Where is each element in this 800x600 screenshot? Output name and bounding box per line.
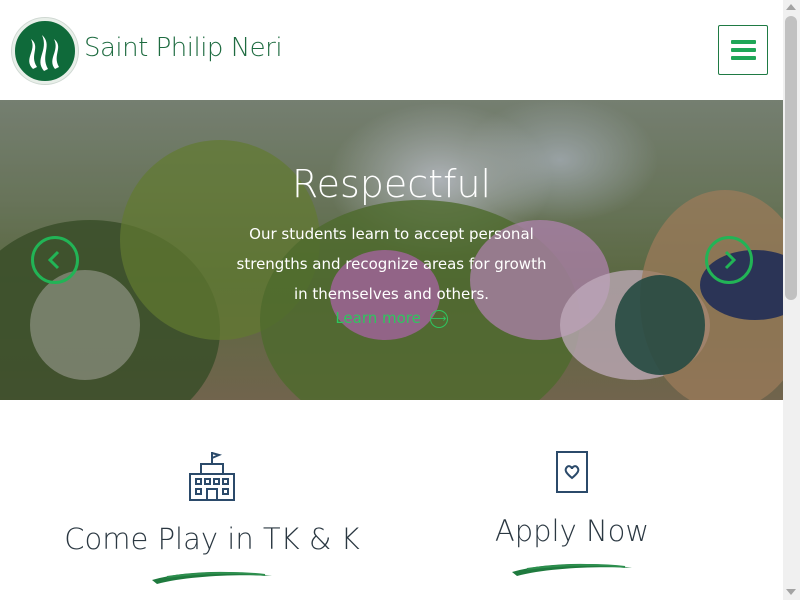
brush-underline <box>152 571 272 584</box>
hero-carousel: Respectful Our students learn to accept … <box>0 100 783 400</box>
hero-title: Respectful <box>291 162 492 206</box>
scroll-down-icon[interactable] <box>786 589 796 595</box>
feature-title[interactable]: Come Play in TK & K <box>2 522 422 556</box>
flame-logo-icon[interactable] <box>12 18 78 84</box>
learn-more-link[interactable]: Learn more ⟶ <box>0 309 783 328</box>
feature-title[interactable]: Apply Now <box>362 514 782 548</box>
chevron-right-icon[interactable] <box>705 236 753 284</box>
chevron-left-icon[interactable] <box>31 236 79 284</box>
hero-line: strengths and recognize areas for growth <box>236 255 547 273</box>
hamburger-menu-icon[interactable] <box>718 25 768 75</box>
hero-description: Our students learn to accept personal st… <box>0 219 783 309</box>
heart-card-icon <box>556 451 588 493</box>
scrollbar[interactable] <box>783 0 800 600</box>
scroll-thumb[interactable] <box>785 16 797 300</box>
school-building-icon <box>189 452 235 501</box>
scroll-up-icon[interactable] <box>786 4 796 10</box>
feature-apply[interactable]: Apply Now <box>362 450 782 578</box>
learn-more-label[interactable]: Learn more <box>335 309 421 327</box>
site-header: Saint Philip Neri <box>0 0 783 100</box>
hero-line: in themselves and others. <box>293 285 490 303</box>
hero-line: Our students learn to accept personal <box>249 225 534 243</box>
brush-underline <box>512 563 632 576</box>
brand-name[interactable]: Saint Philip Neri <box>84 33 283 63</box>
feature-tk-k[interactable]: Come Play in TK & K <box>2 450 422 586</box>
arrow-circle-icon[interactable]: ⟶ <box>429 309 448 328</box>
